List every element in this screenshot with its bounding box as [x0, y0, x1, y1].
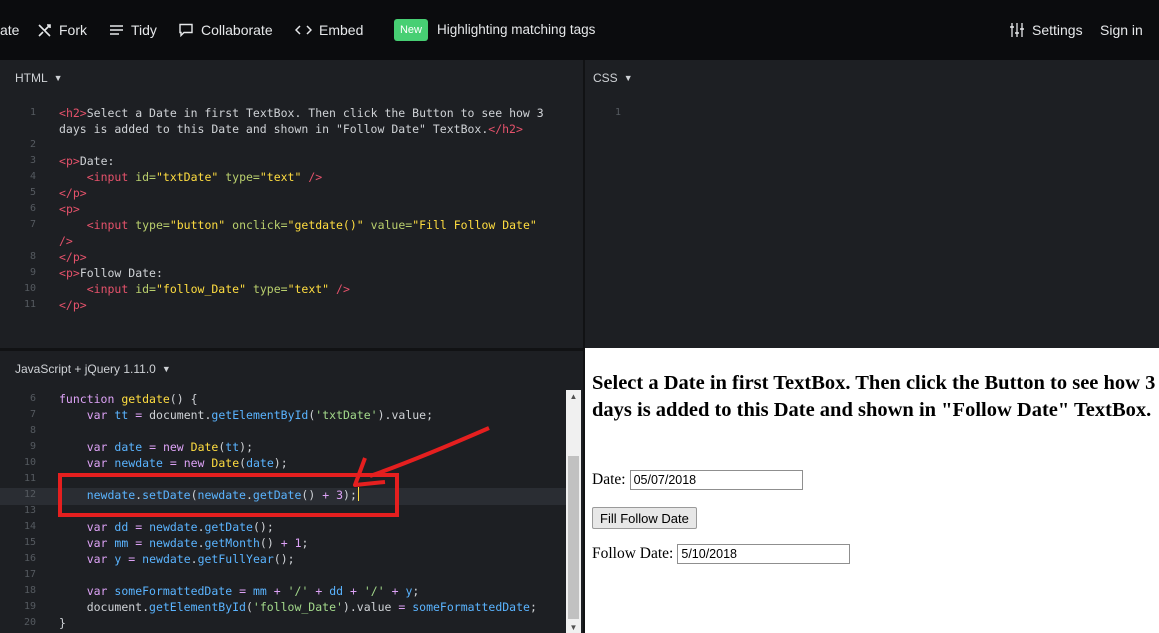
follow-date-label: Follow Date: [592, 545, 674, 562]
preview-button-row: Fill Follow Date [592, 507, 697, 529]
fill-follow-date-button[interactable]: Fill Follow Date [592, 507, 697, 529]
date-label: Date: [592, 471, 626, 488]
result-preview: Select a Date in first TextBox. Then cli… [585, 348, 1159, 633]
annotation-box [58, 473, 399, 517]
date-input[interactable]: 05/07/2018 [629, 470, 803, 490]
preview-heading: Select a Date in first TextBox. Then cli… [592, 372, 1156, 421]
preview-follow-row: Follow Date: 5/10/2018 [592, 544, 851, 564]
follow-date-input[interactable]: 5/10/2018 [677, 544, 851, 564]
annotation-arrow [369, 426, 490, 478]
preview-date-row: Date: 05/07/2018 [592, 470, 803, 490]
